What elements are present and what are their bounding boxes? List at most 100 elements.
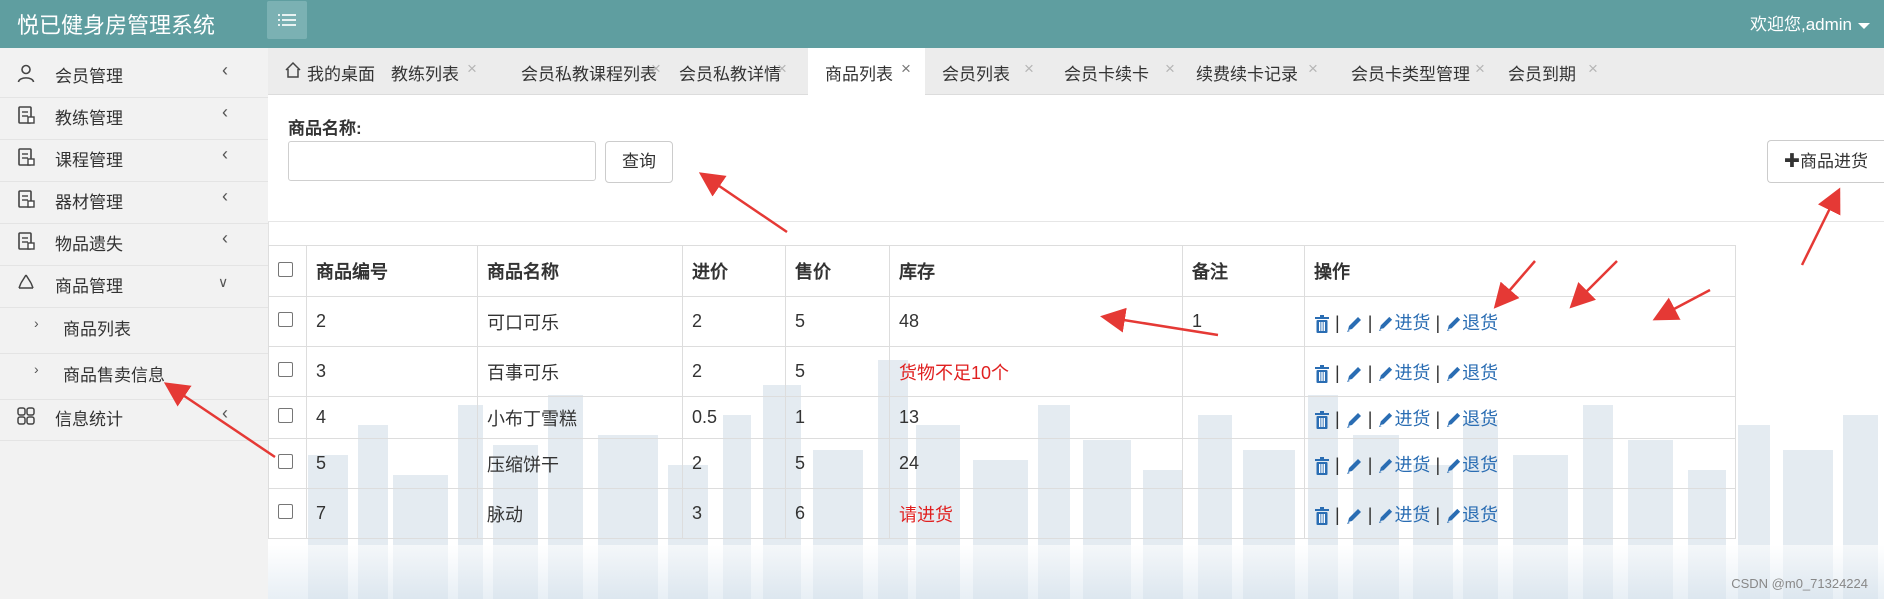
tab-goods-list[interactable]: 商品列表 ×: [808, 48, 925, 95]
pencil-icon[interactable]: [1345, 411, 1363, 429]
close-icon[interactable]: ×: [651, 59, 661, 79]
pencil-icon[interactable]: [1345, 315, 1363, 333]
purchase-link[interactable]: 进货: [1377, 409, 1430, 429]
stock-cell: 48: [889, 296, 1183, 347]
chevron-left-icon: ‹: [222, 60, 228, 80]
tab-member-private-detail[interactable]: 会员私教详情 ×: [665, 48, 807, 94]
close-icon[interactable]: ×: [777, 59, 787, 79]
query-button[interactable]: 查询: [605, 141, 673, 183]
tab-member-expiry[interactable]: 会员到期 ×: [1488, 48, 1884, 94]
goods-name-cell: 脉动: [477, 488, 683, 539]
close-icon[interactable]: ×: [1024, 59, 1034, 79]
document-icon: [18, 232, 35, 250]
row-checkbox[interactable]: [278, 504, 293, 519]
close-icon[interactable]: ×: [467, 59, 477, 79]
chevron-left-icon: ‹: [222, 186, 228, 206]
goods-name-label: 商品名称:: [288, 119, 362, 138]
purchase-link[interactable]: 进货: [1377, 455, 1430, 475]
pencil-icon: [1447, 509, 1461, 524]
purchase-link-label: 进货: [1394, 408, 1431, 429]
tab-member-private-course-list[interactable]: 会员私教课程列表 ×: [490, 48, 665, 94]
tab-coach-list[interactable]: 教练列表 ×: [380, 48, 490, 94]
return-link[interactable]: 退货: [1445, 313, 1498, 333]
trash-icon[interactable]: [1314, 314, 1330, 333]
tab-desktop[interactable]: 我的桌面: [268, 48, 378, 94]
table-row: 4 小布丁雪糕 0.5 1 13 | | 进货 | 退货: [268, 396, 1736, 439]
header-goods-id: 商品编号: [306, 245, 478, 297]
action-separator: |: [1335, 312, 1340, 333]
return-link[interactable]: 退货: [1445, 363, 1498, 383]
purchase-goods-button[interactable]: ✚商品进货: [1767, 140, 1884, 183]
pencil-icon: [1379, 317, 1393, 332]
pencil-icon[interactable]: [1345, 365, 1363, 383]
note-cell: [1182, 438, 1305, 489]
action-separator: |: [1367, 408, 1373, 429]
trash-icon[interactable]: [1314, 410, 1330, 429]
chevron-left-icon: ‹: [222, 228, 228, 248]
row-checkbox[interactable]: [278, 312, 293, 327]
note-cell: [1182, 396, 1305, 439]
tab-renew-records[interactable]: 续费续卡记录 ×: [1176, 48, 1328, 94]
row-select-cell: [268, 396, 307, 439]
pencil-icon: [1379, 367, 1393, 382]
trash-icon[interactable]: [1314, 506, 1330, 525]
sidebar: 会员管理 ‹ 教练管理 ‹ 课程管理 ‹ 器材管理 ‹ 物品遗失 ‹ 商品管理 …: [0, 48, 269, 599]
close-icon[interactable]: ×: [1165, 59, 1175, 79]
sidebar-item-label: 器材管理: [55, 193, 123, 212]
stock-cell: 13: [889, 396, 1183, 439]
pencil-icon: [1447, 367, 1461, 382]
sale-price-cell: 6: [785, 488, 890, 539]
tab-bar: 我的桌面 教练列表 × 会员私教课程列表 × 会员私教详情 × 商品列表 × 会…: [268, 48, 1884, 95]
action-separator: |: [1435, 504, 1441, 525]
action-separator: |: [1335, 504, 1340, 525]
return-link[interactable]: 退货: [1445, 409, 1498, 429]
menu-toggle-button[interactable]: [267, 1, 307, 39]
pencil-icon[interactable]: [1345, 457, 1363, 475]
header-goods-name: 商品名称: [477, 245, 683, 297]
purchase-link-label: 进货: [1394, 312, 1431, 333]
purchase-link[interactable]: 进货: [1377, 363, 1430, 383]
plus-icon: ✚: [1784, 151, 1800, 172]
pencil-icon[interactable]: [1345, 507, 1363, 525]
table-row: 2 可口可乐 2 5 48 1 | | 进货 | 退货: [268, 296, 1736, 347]
sidebar-item-label: 商品管理: [55, 277, 123, 296]
close-icon[interactable]: ×: [1588, 59, 1598, 79]
user-menu[interactable]: 欢迎您,admin: [1750, 10, 1870, 35]
tab-member-list[interactable]: 会员列表 ×: [928, 48, 1045, 94]
return-link-label: 退货: [1462, 454, 1499, 475]
close-icon[interactable]: ×: [1475, 59, 1485, 79]
stock-cell: 24: [889, 438, 1183, 489]
purchase-link-label: 进货: [1394, 504, 1431, 525]
purchase-goods-label: 商品进货: [1799, 152, 1868, 171]
close-icon[interactable]: ×: [1308, 59, 1318, 79]
return-link[interactable]: 退货: [1445, 455, 1498, 475]
csdn-watermark: CSDN @m0_71324224: [1731, 576, 1868, 591]
trash-icon[interactable]: [1314, 456, 1330, 475]
sale-price-cell: 5: [785, 296, 890, 347]
action-separator: |: [1367, 454, 1373, 475]
home-icon: [285, 61, 301, 78]
close-icon[interactable]: ×: [901, 59, 911, 79]
purchase-link[interactable]: 进货: [1377, 505, 1430, 525]
return-link[interactable]: 退货: [1445, 505, 1498, 525]
goods-name-cell: 百事可乐: [477, 346, 683, 397]
action-separator: |: [1335, 408, 1340, 429]
row-checkbox[interactable]: [278, 454, 293, 469]
row-checkbox[interactable]: [278, 362, 293, 377]
tab-label: 会员卡续卡: [1064, 65, 1149, 84]
purchase-link[interactable]: 进货: [1377, 313, 1430, 333]
user-icon: [17, 64, 35, 83]
goods-name-input[interactable]: [288, 141, 596, 181]
sidebar-item-label: 课程管理: [55, 151, 123, 170]
row-checkbox[interactable]: [278, 408, 293, 423]
trash-icon[interactable]: [1314, 364, 1330, 383]
recycle-icon: [18, 274, 34, 289]
tab-card-type-management[interactable]: 会员卡类型管理 ×: [1328, 48, 1488, 94]
select-all-checkbox[interactable]: [278, 261, 293, 277]
table-row: 3 百事可乐 2 5 货物不足10个 | | 进货 | 退货: [268, 346, 1736, 397]
goods-table: 商品编号 商品名称 进价 售价 库存 备注 操作 2 可口可乐 2 5 48 1 | | …: [268, 245, 1736, 539]
sidebar-item-statistics[interactable]: 信息统计 ‹: [0, 391, 268, 441]
tab-card-renew[interactable]: 会员卡续卡 ×: [1045, 48, 1175, 94]
header-cost-price: 进价: [682, 245, 786, 297]
cost-price-cell: 2: [682, 438, 786, 489]
